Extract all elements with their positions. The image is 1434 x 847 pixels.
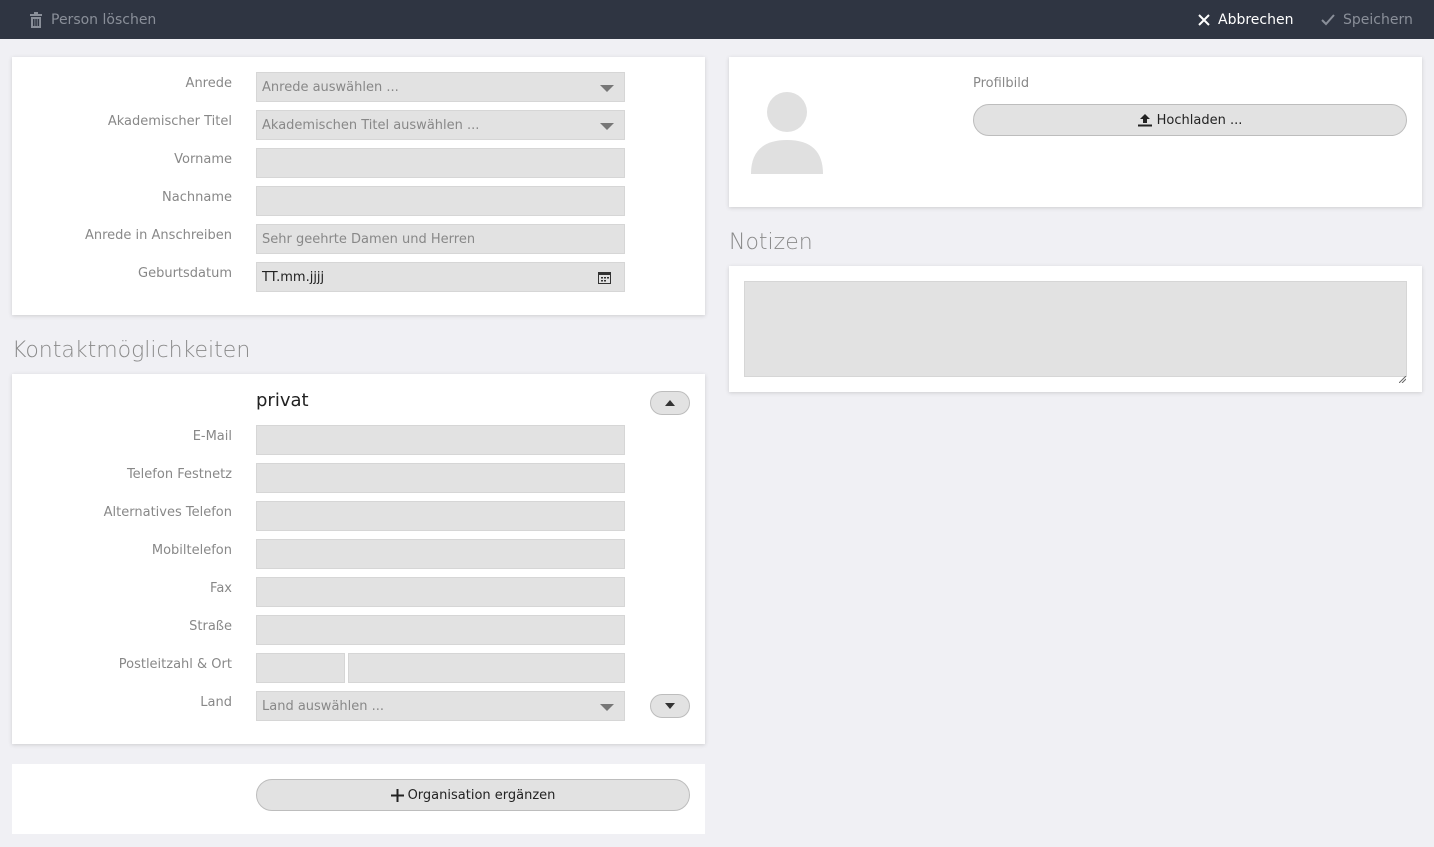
phone-label: Telefon Festnetz bbox=[126, 467, 232, 482]
contact-card: privat E-Mail Telefon Festnetz Alternati… bbox=[12, 374, 705, 744]
save-label: Speichern bbox=[1343, 11, 1413, 28]
city-input[interactable] bbox=[348, 653, 625, 683]
academic-title-placeholder: Akademischen Titel auswählen ... bbox=[262, 117, 480, 133]
fax-label: Fax bbox=[210, 581, 232, 596]
mobile-input[interactable] bbox=[256, 539, 625, 569]
cancel-label: Abbrechen bbox=[1218, 11, 1294, 28]
collapse-button[interactable] bbox=[650, 391, 690, 415]
upload-button[interactable]: Hochladen ... bbox=[973, 104, 1407, 136]
country-label: Land bbox=[200, 695, 232, 710]
chevron-down-icon bbox=[600, 85, 614, 92]
profile-card: Profilbild Hochladen ... bbox=[729, 57, 1422, 207]
alt-phone-input[interactable] bbox=[256, 501, 625, 531]
zip-input[interactable] bbox=[256, 653, 345, 683]
country-select[interactable]: Land auswählen ... bbox=[256, 691, 625, 721]
upload-icon bbox=[1137, 113, 1152, 127]
last-name-input[interactable] bbox=[256, 186, 625, 216]
mobile-label: Mobiltelefon bbox=[151, 543, 232, 558]
profile-picture-label: Profilbild bbox=[973, 76, 1030, 91]
save-button[interactable]: Speichern bbox=[1321, 0, 1413, 39]
cancel-button[interactable]: Abbrechen bbox=[1198, 0, 1293, 39]
contact-group-title: privat bbox=[256, 390, 309, 411]
birth-date-label: Geburtsdatum bbox=[138, 266, 232, 281]
street-label: Straße bbox=[189, 619, 232, 634]
notes-textarea[interactable] bbox=[744, 281, 1407, 377]
academic-title-select[interactable]: Akademischen Titel auswählen ... bbox=[256, 110, 625, 140]
fax-input[interactable] bbox=[256, 577, 625, 607]
chevron-down-icon bbox=[665, 703, 675, 709]
resize-handle-icon[interactable] bbox=[1398, 368, 1407, 387]
salutation-label: Anrede bbox=[185, 76, 232, 91]
birth-date-input[interactable]: TT.mm.jjjj bbox=[256, 262, 625, 292]
email-input[interactable] bbox=[256, 425, 625, 455]
letter-salutation-label: Anrede in Anschreiben bbox=[84, 228, 232, 243]
delete-person-label: Person löschen bbox=[51, 11, 157, 28]
email-label: E-Mail bbox=[192, 429, 232, 444]
delete-person-button[interactable]: Person löschen bbox=[29, 0, 156, 39]
contact-heading: Kontaktmöglichkeiten bbox=[12, 338, 251, 363]
expand-button[interactable] bbox=[650, 694, 690, 718]
add-organisation-label: Organisation ergänzen bbox=[407, 787, 556, 803]
notes-card bbox=[729, 266, 1422, 392]
salutation-select[interactable]: Anrede auswählen ... bbox=[256, 72, 625, 102]
check-icon bbox=[1321, 13, 1335, 26]
chevron-up-icon bbox=[665, 400, 675, 406]
birth-date-placeholder: TT.mm.jjjj bbox=[262, 269, 325, 285]
upload-label: Hochladen ... bbox=[1156, 112, 1243, 128]
street-input[interactable] bbox=[256, 615, 625, 645]
country-placeholder: Land auswählen ... bbox=[262, 698, 385, 714]
person-form-card: Anrede Anrede auswählen ... Akademischer… bbox=[12, 57, 705, 315]
letter-salutation-input[interactable]: Sehr geehrte Damen und Herren bbox=[256, 224, 625, 254]
trash-icon bbox=[29, 11, 43, 28]
close-icon bbox=[1198, 13, 1210, 26]
avatar bbox=[751, 92, 823, 178]
calendar-icon[interactable] bbox=[598, 271, 611, 288]
chevron-down-icon bbox=[600, 123, 614, 130]
alt-phone-label: Alternatives Telefon bbox=[103, 505, 232, 520]
add-organisation-button[interactable]: Organisation ergänzen bbox=[256, 779, 690, 811]
salutation-placeholder: Anrede auswählen ... bbox=[262, 79, 399, 95]
last-name-label: Nachname bbox=[162, 190, 232, 205]
chevron-down-icon bbox=[600, 704, 614, 711]
letter-salutation-placeholder: Sehr geehrte Damen und Herren bbox=[262, 231, 476, 247]
phone-input[interactable] bbox=[256, 463, 625, 493]
first-name-label: Vorname bbox=[174, 152, 232, 167]
organisation-card: Organisation ergänzen bbox=[12, 764, 705, 834]
plus-icon bbox=[390, 788, 404, 802]
zip-city-label: Postleitzahl & Ort bbox=[118, 657, 232, 672]
top-toolbar: Person löschen Abbrechen Speichern bbox=[0, 0, 1434, 39]
first-name-input[interactable] bbox=[256, 148, 625, 178]
academic-title-label: Akademischer Titel bbox=[107, 114, 232, 129]
notes-heading: Notizen bbox=[729, 230, 813, 255]
